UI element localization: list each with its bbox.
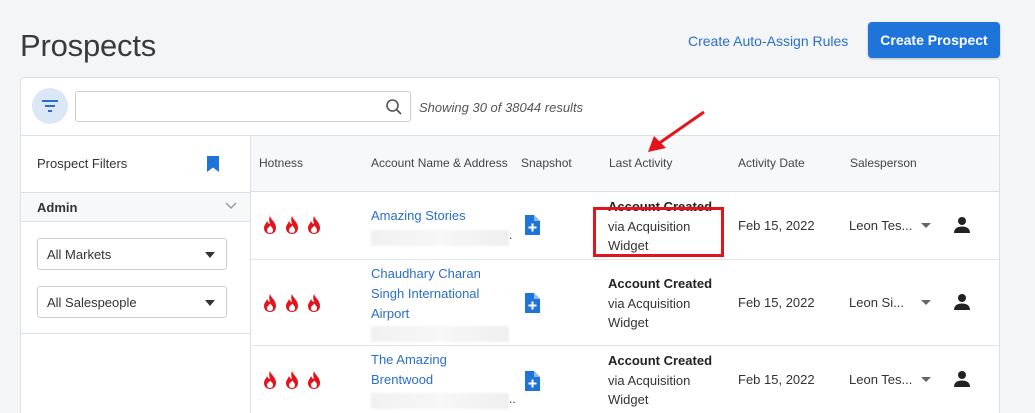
column-header-snapshot[interactable]: Snapshot bbox=[521, 156, 572, 170]
search-toolbar: Showing 30 of 38044 results bbox=[21, 78, 999, 136]
create-prospect-button[interactable]: Create Prospect bbox=[868, 22, 1000, 58]
fire-icon bbox=[286, 216, 298, 234]
fire-icon bbox=[308, 216, 320, 234]
fire-icon bbox=[264, 294, 276, 312]
filters-header: Prospect Filters bbox=[21, 136, 250, 193]
admin-section-label: Admin bbox=[37, 200, 78, 215]
column-header-account[interactable]: Account Name & Address bbox=[371, 156, 508, 170]
account-address-redacted bbox=[371, 393, 509, 409]
prospects-table: Hotness Account Name & Address Snapshot … bbox=[251, 136, 999, 413]
search-input[interactable] bbox=[75, 91, 411, 122]
activity-title: Account Created bbox=[608, 276, 713, 291]
activity-date: Feb 15, 2022 bbox=[738, 218, 815, 233]
document-plus-icon[interactable] bbox=[523, 292, 541, 314]
chevron-down-icon bbox=[225, 202, 237, 209]
caret-down-icon bbox=[205, 252, 215, 258]
create-auto-assign-rules-link[interactable]: Create Auto-Assign Rules bbox=[688, 33, 848, 49]
filters-title: Prospect Filters bbox=[37, 156, 128, 171]
salesperson-select[interactable]: Leon Tes... bbox=[849, 218, 912, 233]
account-address-redacted bbox=[371, 230, 509, 246]
column-header-activity-date[interactable]: Activity Date bbox=[738, 156, 805, 170]
markets-select-value: All Markets bbox=[47, 247, 112, 262]
document-plus-icon[interactable] bbox=[523, 214, 541, 236]
salesperson-select[interactable]: Leon Tes... bbox=[849, 372, 912, 387]
markets-select[interactable]: All Markets bbox=[37, 238, 227, 270]
fire-icon bbox=[264, 216, 276, 234]
annotation-arrow-icon bbox=[648, 110, 705, 152]
account-name-link[interactable]: Amazing Stories bbox=[371, 206, 501, 226]
column-header-last-activity[interactable]: Last Activity bbox=[609, 156, 672, 170]
activity-detail: via Acquisition Widget bbox=[608, 372, 691, 408]
activity-date: Feb 15, 2022 bbox=[738, 295, 815, 310]
document-plus-icon[interactable] bbox=[523, 370, 541, 392]
fire-icon bbox=[308, 371, 320, 389]
person-icon[interactable] bbox=[953, 370, 971, 388]
account-name-link[interactable]: Chaudhary Charan Singh International Air… bbox=[371, 264, 501, 324]
activity-date: Feb 15, 2022 bbox=[738, 372, 815, 387]
address-ellipsis: . bbox=[509, 228, 513, 242]
table-row[interactable]: The Amazing Brentwood .. Account Created… bbox=[251, 346, 999, 413]
hotness-rating bbox=[261, 215, 323, 235]
hotness-rating bbox=[261, 293, 323, 313]
annotation-highlight-box bbox=[593, 207, 724, 257]
salespeople-select-value: All Salespeople bbox=[47, 295, 137, 310]
caret-down-icon[interactable] bbox=[921, 223, 931, 228]
hotness-rating bbox=[261, 370, 323, 390]
last-activity-cell: Account Created via Acquisition Widget bbox=[608, 351, 728, 410]
filter-icon bbox=[42, 100, 58, 112]
caret-down-icon[interactable] bbox=[921, 300, 931, 305]
admin-section-toggle[interactable]: Admin bbox=[21, 193, 250, 222]
account-address-redacted bbox=[371, 326, 509, 342]
page-title: Prospects bbox=[20, 28, 157, 63]
bookmark-icon[interactable] bbox=[206, 155, 220, 173]
sidebar-divider bbox=[21, 333, 251, 334]
column-header-salesperson[interactable]: Salesperson bbox=[850, 156, 917, 170]
fire-icon bbox=[264, 371, 276, 389]
person-icon[interactable] bbox=[953, 293, 971, 311]
caret-down-icon bbox=[205, 300, 215, 306]
filter-toggle-button[interactable] bbox=[32, 88, 68, 124]
salesperson-select[interactable]: Leon Si... bbox=[849, 295, 904, 310]
last-activity-cell: Account Created via Acquisition Widget bbox=[608, 274, 728, 333]
account-name-link[interactable]: The Amazing Brentwood bbox=[371, 350, 481, 390]
prospects-panel: Showing 30 of 38044 results Prospect Fil… bbox=[20, 77, 1000, 413]
table-row[interactable]: Chaudhary Charan Singh International Air… bbox=[251, 260, 999, 346]
address-ellipsis: .. bbox=[509, 392, 516, 406]
fire-icon bbox=[286, 294, 298, 312]
results-count: Showing 30 of 38044 results bbox=[419, 100, 584, 115]
column-header-hotness[interactable]: Hotness bbox=[259, 156, 303, 170]
table-header: Hotness Account Name & Address Snapshot … bbox=[251, 136, 999, 192]
activity-detail: via Acquisition Widget bbox=[608, 295, 691, 331]
caret-down-icon[interactable] bbox=[921, 377, 931, 382]
person-icon[interactable] bbox=[953, 216, 971, 234]
fire-icon bbox=[308, 294, 320, 312]
activity-title: Account Created bbox=[608, 353, 713, 368]
prospect-filters-sidebar: Prospect Filters Admin All Markets All S… bbox=[21, 136, 251, 413]
fire-icon bbox=[286, 371, 298, 389]
search-icon[interactable] bbox=[385, 98, 403, 116]
salespeople-select[interactable]: All Salespeople bbox=[37, 286, 227, 318]
